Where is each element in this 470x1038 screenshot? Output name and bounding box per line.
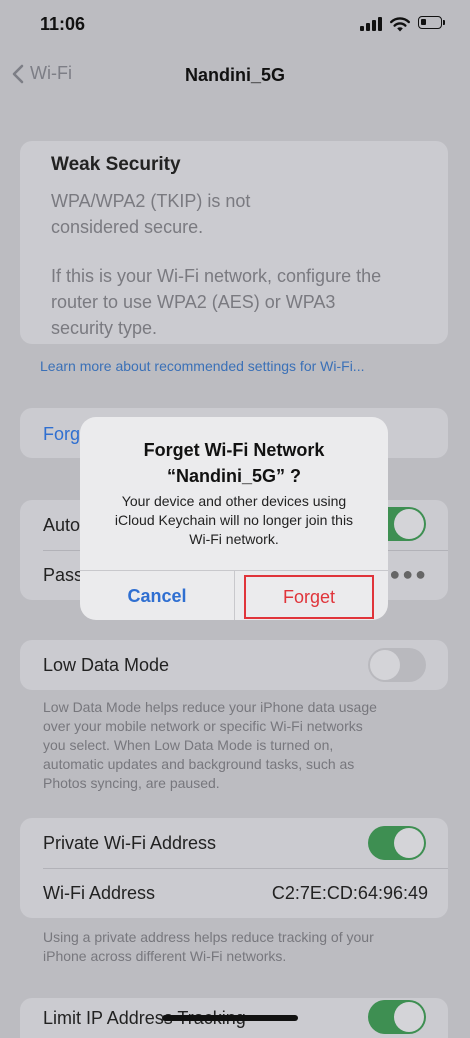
private-address-label: Private Wi-Fi Address [43,833,217,853]
alert-message-line: iCloud Keychain will no longer join this [114,512,354,528]
nav-bar: Wi-Fi Nandini_5G [0,55,470,95]
low-data-card: Low Data Mode [20,640,448,690]
button-divider [234,571,235,620]
forget-button[interactable]: Forget [244,575,374,619]
learn-more-link[interactable]: Learn more about recommended settings fo… [40,358,364,374]
forget-network-alert: Forget Wi-Fi Network “Nandini_5G” ? Your… [80,417,388,620]
forget-network-label: Forg [43,424,81,444]
warning-text-line: router to use WPA2 (AES) or WPA3 [51,292,336,312]
alert-title-line: “Nandini_5G” ? [166,466,301,486]
private-address-note: Using a private address helps reduce tra… [43,929,374,945]
status-bar: 11:06 [0,0,470,50]
limit-ip-toggle[interactable] [368,1000,426,1034]
wifi-address-label: Wi-Fi Address [43,883,156,903]
low-data-note: you select. When Low Data Mode is turned… [43,737,334,753]
alert-message-line: Wi-Fi network. [189,531,279,547]
alert-button-row: Cancel Forget [80,570,388,620]
low-data-label: Low Data Mode [43,655,170,675]
cellular-signal-icon [360,17,384,31]
password-dots[interactable]: ●●● [389,564,428,585]
private-address-card: Private Wi-Fi Address Wi-Fi Address C2:7… [20,818,448,918]
battery-icon [418,16,445,29]
warning-text-line: considered secure. [51,217,204,237]
warning-title: Weak Security [51,154,181,175]
low-data-note: over your mobile network or specific Wi-… [43,718,363,734]
alert-message-line: Your device and other devices using [121,493,347,509]
page-title: Nandini_5G [184,65,286,85]
password-label: Pass [43,565,84,585]
alert-message: Your device and other devices using iClo… [96,492,372,549]
weak-security-card: Weak Security WPA/WPA2 (TKIP) is not con… [20,141,448,344]
status-time: 11:06 [40,14,86,34]
cancel-button[interactable]: Cancel [80,571,234,620]
home-indicator[interactable] [162,1015,298,1021]
row-divider [43,868,448,869]
low-data-note: automatic updates and background tasks, … [43,756,355,772]
low-data-note: Photos syncing, are paused. [43,775,220,791]
wifi-address-value: C2:7E:CD:64:96:49 [271,883,428,903]
private-address-note: iPhone across different Wi-Fi networks. [43,948,287,964]
alert-title: Forget Wi-Fi Network “Nandini_5G” ? [80,437,388,489]
private-address-toggle[interactable] [368,826,426,860]
low-data-note: Low Data Mode helps reduce your iPhone d… [43,699,377,715]
warning-text-line: WPA/WPA2 (TKIP) is not [51,191,251,211]
alert-title-line: Forget Wi-Fi Network [143,440,325,460]
low-data-toggle[interactable] [368,648,426,682]
wifi-icon [390,17,410,32]
auto-join-label: Auto [43,515,81,535]
warning-text-line: If this is your Wi-Fi network, configure… [51,266,382,286]
warning-text-line: security type. [51,318,158,338]
